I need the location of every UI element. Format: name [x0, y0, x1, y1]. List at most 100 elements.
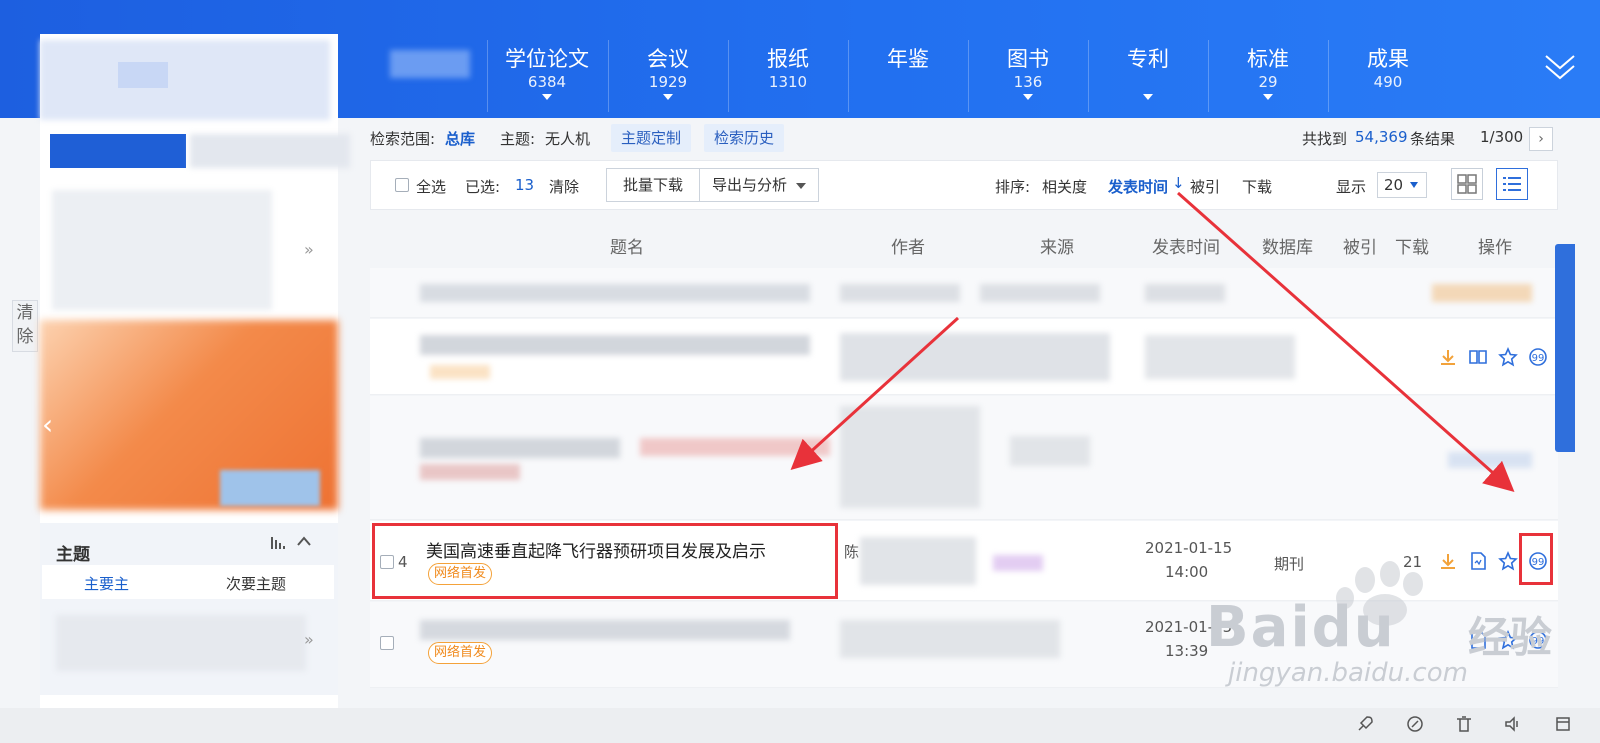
page-size-select[interactable]: 20	[1377, 172, 1427, 198]
blurred-banner-block	[220, 470, 320, 506]
nav-tab-count: 6384	[527, 73, 567, 91]
nav-tab-label: 专利	[1127, 47, 1169, 71]
nav-tab-books[interactable]: 图书 136	[968, 46, 1088, 100]
col-title: 题名	[610, 238, 644, 258]
nav-tab-label: 标准	[1247, 47, 1289, 71]
blurred-block	[118, 62, 168, 88]
tab-primary-topic[interactable]: 主要主	[84, 573, 129, 594]
arrow-down-icon: ↓	[1172, 174, 1185, 192]
blurred-nav-item	[390, 50, 470, 78]
trash-icon[interactable]	[1454, 714, 1474, 734]
share-icon[interactable]	[1405, 714, 1425, 734]
chevron-down-icon	[663, 94, 673, 100]
blurred-cell	[980, 284, 1100, 302]
page-size-value: 20	[1384, 176, 1404, 194]
chevron-right-icon[interactable]: »	[304, 630, 314, 649]
chevron-down-icon	[1143, 94, 1153, 100]
blurred-selected-tab	[50, 134, 186, 168]
chevron-down-icon	[542, 94, 552, 100]
nav-tab-count: 1929	[648, 73, 688, 91]
read-online-icon[interactable]	[1468, 347, 1488, 367]
select-all-checkbox[interactable]	[395, 178, 409, 192]
sort-cited[interactable]: 被引	[1190, 176, 1220, 197]
blurred-cell	[1010, 436, 1090, 466]
row-checkbox[interactable]	[380, 636, 394, 650]
nav-tab-conference[interactable]: 会议 1929	[608, 46, 728, 100]
topic-label: 主题:	[500, 130, 536, 148]
nav-tab-count: 1310	[768, 73, 808, 91]
blurred-cell	[1145, 284, 1225, 302]
nav-tab-count	[1088, 72, 1208, 92]
col-author: 作者	[891, 238, 925, 258]
watermark-brand: Baidu	[1206, 595, 1396, 660]
highlight-title-box	[372, 523, 838, 599]
scope-label: 检索范围:	[370, 130, 436, 148]
sort-relevance[interactable]: 相关度	[1042, 176, 1087, 197]
nav-tab-newspaper[interactable]: 报纸 1310	[728, 46, 848, 92]
tab-secondary-topic[interactable]: 次要主题	[226, 573, 286, 594]
chevron-up-icon[interactable]	[296, 534, 312, 548]
col-database: 数据库	[1262, 238, 1313, 258]
star-icon[interactable]	[1498, 347, 1518, 367]
custom-topic-button[interactable]: 主题定制	[611, 124, 692, 152]
quote-icon[interactable]: 99	[1528, 347, 1548, 367]
nav-tab-yearbook[interactable]: 年鉴	[848, 46, 968, 72]
blurred-list	[52, 190, 272, 310]
chevron-down-icon	[1023, 94, 1033, 100]
clear-selection-button[interactable]: 清除	[549, 176, 579, 197]
topic-value: 无人机	[545, 130, 591, 148]
blurred-cell	[420, 464, 520, 480]
nav-tab-patents[interactable]: 专利	[1088, 46, 1208, 100]
bar-chart-icon[interactable]	[270, 534, 288, 550]
select-all-label[interactable]: 全选	[416, 176, 446, 197]
nav-tab-thesis[interactable]: 学位论文 6384	[487, 46, 607, 100]
list-view-button[interactable]	[1496, 168, 1528, 200]
expand-more-icon[interactable]	[1543, 50, 1577, 84]
rocket-icon[interactable]	[1355, 714, 1375, 734]
table-row[interactable]	[370, 396, 1558, 520]
online-first-badge: 网络首发	[428, 642, 493, 664]
blurred-tab	[190, 134, 350, 168]
sort-download[interactable]: 下载	[1242, 176, 1272, 197]
grid-view-button[interactable]	[1451, 168, 1483, 200]
blurred-logo	[40, 40, 330, 120]
blurred-author	[840, 620, 1060, 658]
watermark-url: jingyan.baidu.com	[1228, 658, 1468, 688]
nav-tab-label: 年鉴	[887, 47, 929, 71]
blurred-cell	[640, 438, 830, 456]
speaker-icon[interactable]	[1503, 714, 1523, 734]
nav-tab-achievements[interactable]: 成果 490	[1328, 46, 1448, 92]
export-analysis-dropdown[interactable]: 导出与分析	[699, 168, 819, 202]
blurred-cell	[1432, 284, 1532, 302]
nav-tab-standards[interactable]: 标准 29	[1208, 46, 1328, 100]
table-row[interactable]	[370, 268, 1558, 318]
scope-value[interactable]: 总库	[445, 128, 475, 149]
window-icon[interactable]	[1553, 714, 1573, 734]
col-cited: 被引	[1343, 238, 1377, 258]
blurred-cell	[420, 438, 620, 458]
publish-date: 2021-01-15	[1145, 539, 1233, 557]
clear-filters-button[interactable]: 清除	[12, 300, 38, 352]
export-label: 导出与分析	[712, 176, 788, 194]
feedback-side-tab[interactable]	[1555, 244, 1575, 452]
result-count: 54,369	[1355, 128, 1408, 146]
search-history-button[interactable]: 检索历史	[704, 124, 785, 152]
table-header: 题名 作者 来源 发表时间 数据库 被引 下载 操作	[370, 223, 1558, 267]
blurred-cell	[1448, 452, 1532, 468]
blurred-author	[860, 537, 976, 585]
result-count-suffix: 条结果	[1410, 130, 1456, 148]
download-icon[interactable]	[1438, 347, 1458, 367]
carousel-prev-icon[interactable]: ‹	[42, 408, 53, 441]
nav-tab-label: 图书	[1007, 47, 1049, 71]
result-count-prefix: 共找到	[1302, 130, 1348, 148]
next-page-button[interactable]: ›	[1529, 127, 1553, 151]
batch-download-button[interactable]: 批量下载	[606, 168, 700, 202]
sort-label: 排序:	[995, 178, 1031, 196]
chevron-down-icon	[1263, 94, 1273, 100]
table-row[interactable]: 99	[370, 319, 1558, 395]
sort-publish-time[interactable]: 发表时间	[1108, 176, 1168, 197]
chevron-right-icon[interactable]: »	[304, 240, 314, 259]
selected-count: 13	[515, 176, 535, 194]
col-operations: 操作	[1478, 238, 1512, 258]
display-label: 显示	[1336, 178, 1367, 196]
